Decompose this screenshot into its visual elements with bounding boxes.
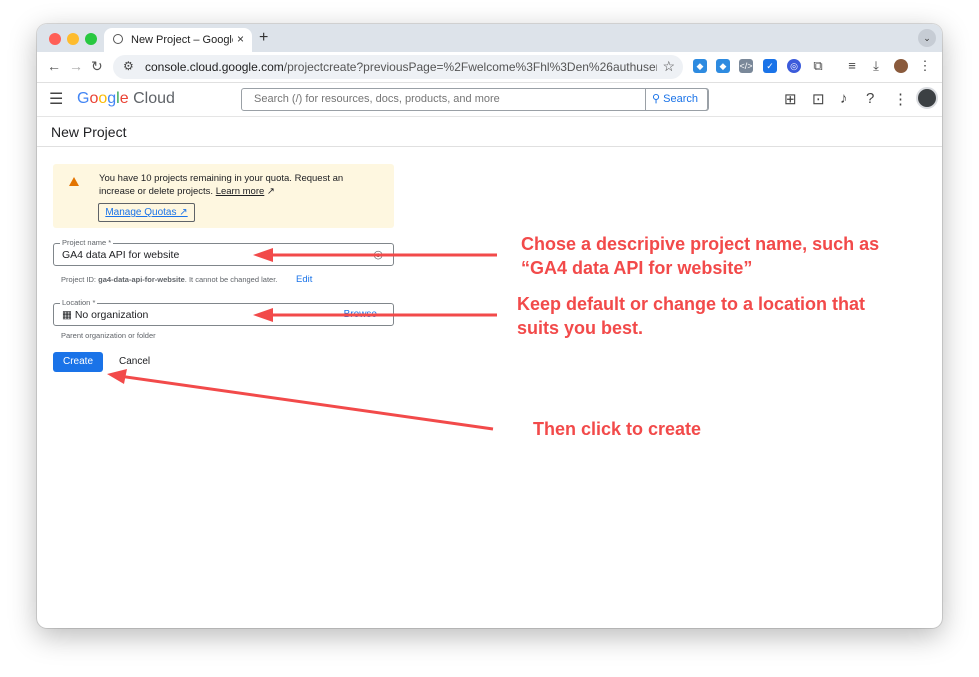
annotation-create: Then click to create (533, 419, 702, 439)
arrow-to-create (118, 374, 494, 431)
arrowhead-location (253, 308, 273, 322)
annotation-name-line2: “GA4 data API for website” (521, 258, 753, 278)
arrowhead-create (107, 369, 127, 384)
annotation-arrows (107, 248, 497, 431)
annotation-location-line1: Keep default or change to a location tha… (517, 294, 866, 314)
annotation-location-line2: suits you best. (517, 318, 644, 338)
browser-window: New Project – Google Cloud c × + ⌄ ← → ↻… (37, 24, 942, 628)
arrowhead-name (253, 248, 273, 262)
annotation-name-line1: Chose a descripive project name, such as (521, 234, 880, 254)
